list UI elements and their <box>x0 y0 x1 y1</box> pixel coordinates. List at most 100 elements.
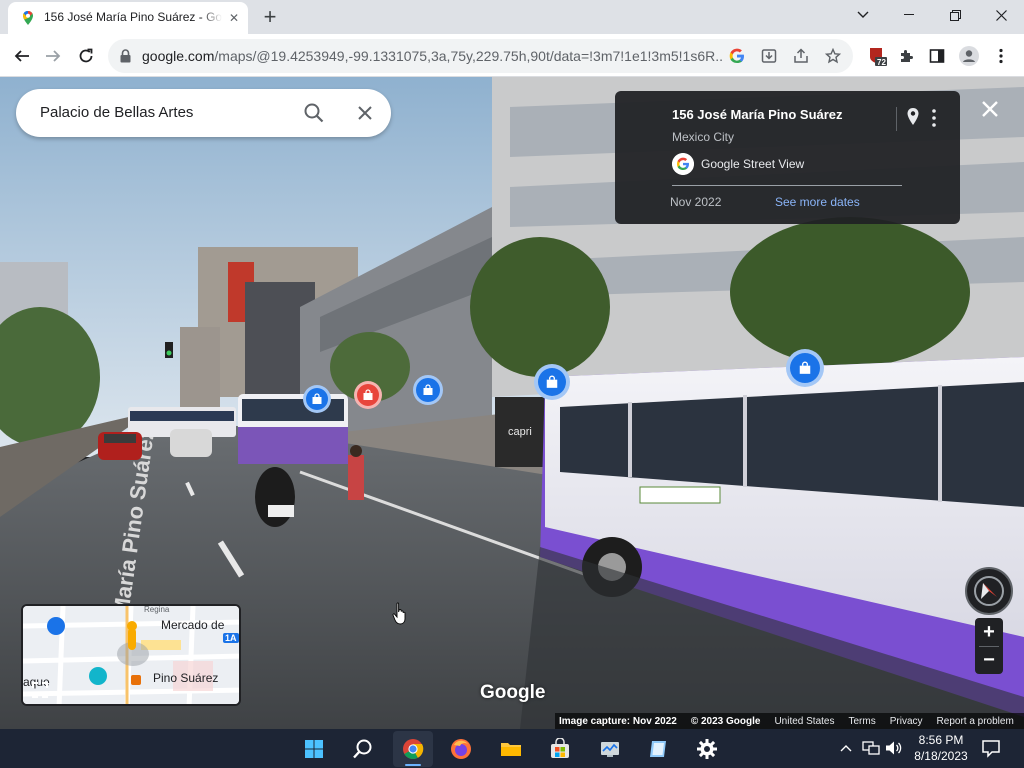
clock-time: 8:56 PM <box>918 733 964 747</box>
share-button[interactable] <box>790 45 812 67</box>
poi-marker-shopping-4[interactable] <box>786 349 824 387</box>
taskbar-firefox[interactable] <box>441 731 481 767</box>
google-lens-button[interactable] <box>726 45 748 67</box>
extension-shield-button[interactable]: 72 <box>862 41 892 71</box>
map-badge-1a: 1A <box>223 633 239 643</box>
chevron-down-icon <box>857 11 869 18</box>
restore-icon <box>949 9 961 21</box>
google-g-icon <box>729 48 744 63</box>
taskbar-chrome[interactable] <box>393 731 433 767</box>
address-bar[interactable]: google.com/maps/@19.4253949,-99.1331075,… <box>108 39 853 73</box>
attribution-bar: Image capture: Nov 2022 © 2023 Google Un… <box>555 713 1024 729</box>
install-app-button[interactable] <box>758 45 780 67</box>
profile-button[interactable] <box>954 41 984 71</box>
poi-marker-shopping[interactable] <box>303 385 331 413</box>
folder-icon <box>501 743 521 756</box>
street-view-canvas[interactable]: María Pino Suárez capri Palacio de Bella… <box>0 77 1024 729</box>
reload-icon <box>79 48 93 63</box>
restaurant-icon <box>363 389 373 400</box>
terms-link[interactable]: Terms <box>849 716 876 727</box>
shopping-bag-icon <box>799 361 811 374</box>
taskbar-settings[interactable] <box>687 731 727 767</box>
active-indicator <box>405 764 421 766</box>
region-link[interactable]: United States <box>774 716 834 727</box>
taskbar-search-button[interactable] <box>343 731 383 767</box>
kebab-menu-icon <box>999 48 1003 64</box>
tab-search-button[interactable] <box>840 0 886 30</box>
map-pin-icon[interactable] <box>905 107 921 127</box>
taskbar-performance-monitor[interactable] <box>590 731 630 767</box>
close-window-button[interactable] <box>978 0 1024 30</box>
extensions-button[interactable] <box>891 41 921 71</box>
search-icon <box>353 739 372 759</box>
search-box[interactable]: Palacio de Bellas Artes <box>16 89 391 137</box>
chevron-up-icon[interactable] <box>839 741 853 755</box>
search-icon[interactable] <box>302 101 326 125</box>
search-input[interactable]: Palacio de Bellas Artes <box>40 104 193 121</box>
poi-marker-shopping-3[interactable] <box>534 364 570 400</box>
url-host: google.com <box>142 48 215 64</box>
restore-button[interactable] <box>932 0 978 30</box>
zoom-in-button[interactable]: + <box>975 618 1003 646</box>
storefront-text: capri <box>508 426 532 438</box>
reload-button[interactable] <box>71 41 101 71</box>
divider <box>672 185 902 186</box>
expand-icon[interactable] <box>31 681 49 699</box>
extension-badge: 72 <box>877 58 886 67</box>
new-tab-button[interactable]: + <box>256 4 284 30</box>
browser-tab-strip: 156 José María Pino Suárez - Goo ✕ + <box>0 0 1024 34</box>
chrome-menu-button[interactable] <box>986 41 1016 71</box>
store-icon <box>551 738 569 758</box>
zoom-controls: + − <box>975 618 1003 674</box>
close-street-view-icon[interactable] <box>978 97 1002 121</box>
close-icon <box>995 9 1007 21</box>
privacy-link[interactable]: Privacy <box>890 716 923 727</box>
poi-marker-shopping-2[interactable] <box>413 375 443 405</box>
arrow-left-icon <box>14 50 29 62</box>
compass-button[interactable] <box>965 567 1013 615</box>
forward-button[interactable] <box>38 41 68 71</box>
windows-taskbar: 8:56 PM 8/18/2023 <box>0 729 1024 768</box>
location-city: Mexico City <box>672 130 735 144</box>
url-path: /maps/@19.4253949,-99.1331075,3a,75y,229… <box>214 48 722 64</box>
zoom-out-button[interactable]: − <box>975 646 1003 674</box>
mini-map[interactable]: Regina Mercado de 1A Pino Suárez aque <box>21 604 241 706</box>
note-icon <box>650 741 666 757</box>
map-label-mercado: Mercado de <box>161 618 225 632</box>
compass-icon <box>974 576 1004 606</box>
start-button[interactable] <box>294 731 334 767</box>
google-watermark: Google <box>480 682 546 703</box>
windows-logo-icon <box>305 740 323 758</box>
volume-icon[interactable] <box>885 740 903 756</box>
notification-icon[interactable] <box>980 737 1002 759</box>
location-title: 156 José María Pino Suárez <box>672 107 843 122</box>
poi-marker-food[interactable] <box>354 381 382 409</box>
taskbar-store[interactable] <box>540 731 580 767</box>
minimize-button[interactable] <box>886 0 932 30</box>
avatar-icon <box>959 46 979 66</box>
divider-vertical <box>896 107 897 131</box>
map-label-regina: Regina <box>144 605 170 614</box>
shopping-bag-icon <box>312 393 322 404</box>
google-g-icon <box>672 153 694 175</box>
browser-tab-active[interactable]: 156 José María Pino Suárez - Goo ✕ <box>8 2 248 34</box>
share-icon <box>794 48 808 63</box>
street-view-info-card: 156 José María Pino Suárez Mexico City G… <box>615 91 960 224</box>
back-button[interactable] <box>7 41 37 71</box>
tab-title: 156 José María Pino Suárez - Goo <box>44 10 222 24</box>
browser-toolbar: google.com/maps/@19.4253949,-99.1331075,… <box>0 34 1024 77</box>
report-problem-link[interactable]: Report a problem <box>937 716 1014 727</box>
system-clock[interactable]: 8:56 PM 8/18/2023 <box>905 732 977 764</box>
tab-close-button[interactable]: ✕ <box>226 10 242 26</box>
minimize-icon <box>904 14 914 15</box>
see-more-dates-link[interactable]: See more dates <box>775 195 860 209</box>
screen: 156 José María Pino Suárez - Goo ✕ + goo… <box>0 0 1024 768</box>
close-icon[interactable] <box>353 101 377 125</box>
side-panel-button[interactable] <box>922 41 952 71</box>
bookmark-button[interactable] <box>822 45 844 67</box>
more-options-icon[interactable] <box>929 108 939 128</box>
taskbar-notes-app[interactable] <box>638 731 678 767</box>
taskbar-file-explorer[interactable] <box>491 731 531 767</box>
network-icon[interactable] <box>862 740 880 756</box>
star-icon <box>825 48 841 64</box>
